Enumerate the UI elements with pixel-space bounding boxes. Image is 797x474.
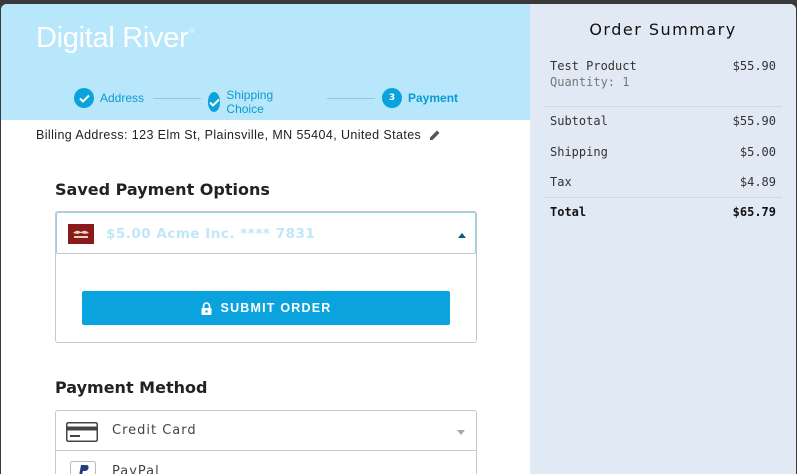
summary-total-row: Total $65.79: [550, 205, 776, 219]
pencil-edit-icon[interactable]: [429, 129, 441, 141]
billing-address-text: Billing Address: 123 Elm St, Plainsville…: [36, 128, 422, 142]
shipping-label: Shipping: [550, 145, 608, 159]
subtotal-label: Subtotal: [550, 114, 608, 128]
payment-option-credit-card[interactable]: Credit Card: [56, 411, 476, 451]
step-label-payment: Payment: [408, 91, 459, 105]
total-label: Total: [550, 205, 587, 219]
total-value: $65.79: [732, 205, 776, 219]
payment-method-title: Payment Method: [55, 378, 208, 397]
step-label-shipping-choice: Shipping Choice: [226, 88, 274, 116]
subtotal-value: $55.90: [732, 114, 776, 128]
summary-product-row: Test Product $55.90: [550, 59, 776, 73]
product-name: Test Product: [550, 59, 637, 73]
saved-payment-panel: $5.00 Acme Inc. **** 7831 SUBMIT ORDER: [55, 211, 477, 343]
step-number-badge: 3: [382, 88, 402, 108]
check-icon: [74, 88, 94, 108]
step-payment: 3 Payment: [382, 88, 458, 108]
saved-payment-select[interactable]: $5.00 Acme Inc. **** 7831: [56, 212, 476, 254]
brand-name: Digital River: [36, 22, 189, 54]
step-label-address: Address: [100, 91, 145, 105]
digital-river-logo: Digital River®: [36, 22, 195, 55]
step-connector: [153, 98, 201, 99]
order-summary-title: Order Summary: [589, 20, 737, 39]
checkout-window: Digital River® Address Shipping Choice 3…: [1, 4, 796, 474]
summary-divider: [544, 197, 782, 198]
lock-icon: [201, 301, 212, 315]
saved-payment-title: Saved Payment Options: [55, 180, 270, 199]
payment-option-label: Credit Card: [112, 423, 197, 438]
paypal-icon: [70, 461, 96, 474]
summary-shipping-row: Shipping $5.00: [550, 145, 776, 159]
acme-card-icon: [68, 224, 94, 244]
summary-divider: [544, 106, 782, 107]
submit-order-label: SUBMIT ORDER: [220, 301, 332, 315]
order-summary-panel: Order Summary Test Product $55.90 Quanti…: [530, 4, 796, 474]
caret-up-icon[interactable]: [458, 233, 466, 238]
billing-address: Billing Address: 123 Elm St, Plainsville…: [36, 128, 441, 142]
checkout-header: Digital River® Address Shipping Choice 3…: [1, 4, 530, 120]
caret-down-icon: [457, 430, 465, 435]
saved-payment-value: $5.00 Acme Inc. **** 7831: [106, 226, 316, 242]
checkout-panel: Digital River® Address Shipping Choice 3…: [1, 4, 530, 474]
step-shipping-choice[interactable]: Shipping Choice: [208, 88, 281, 116]
shipping-value: $5.00: [739, 145, 776, 159]
submit-order-button[interactable]: SUBMIT ORDER: [82, 291, 450, 325]
summary-tax-row: Tax $4.89: [550, 175, 776, 189]
tax-label: Tax: [550, 175, 572, 189]
summary-subtotal-row: Subtotal $55.90: [550, 114, 776, 128]
payment-method-list: Credit Card PayPal: [55, 410, 477, 474]
trademark-symbol: ®: [189, 28, 195, 35]
step-connector: [327, 98, 375, 99]
tax-value: $4.89: [739, 175, 776, 189]
payment-option-paypal[interactable]: PayPal: [56, 452, 476, 474]
credit-card-icon: [66, 422, 98, 442]
payment-option-label: PayPal: [112, 464, 160, 474]
product-quantity: Quantity: 1: [550, 75, 630, 89]
check-icon: [208, 92, 221, 112]
product-price: $55.90: [732, 59, 776, 73]
step-address[interactable]: Address: [74, 88, 144, 108]
